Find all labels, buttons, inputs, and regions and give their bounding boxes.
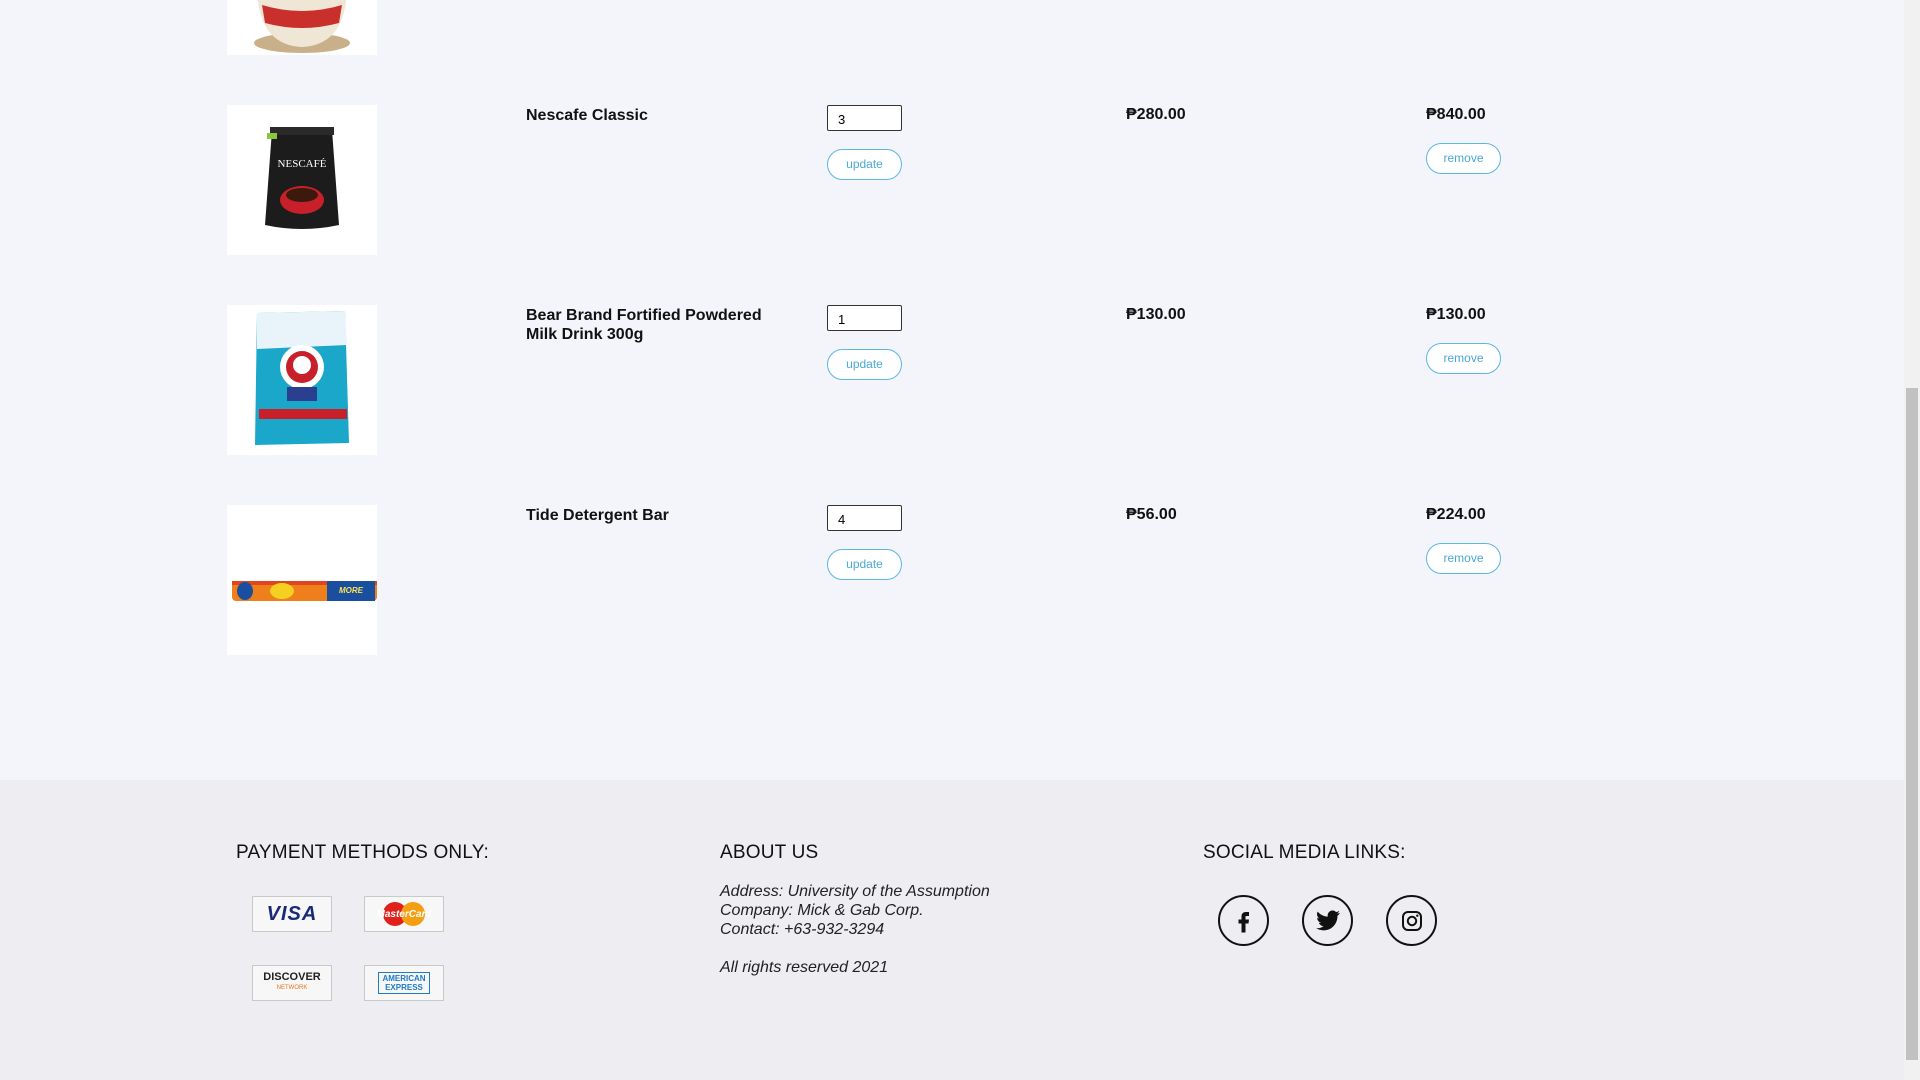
mastercard-logo: MasterCard bbox=[364, 896, 444, 932]
cart-row: Bear Brand Fortified Powdered Milk Drink… bbox=[0, 305, 1904, 455]
amex-card-logo: AMERICAN EXPRESS bbox=[364, 965, 444, 1001]
scrollbar-thumb[interactable] bbox=[1906, 388, 1918, 1060]
update-button[interactable]: update bbox=[827, 549, 902, 580]
line-total: ₱130.00 bbox=[1426, 306, 1486, 323]
unit-price: ₱56.00 bbox=[1126, 506, 1177, 523]
discover-card-logo: DISCOVER NETWORK bbox=[252, 965, 332, 1001]
discover-label: DISCOVER bbox=[263, 971, 321, 983]
amex-label: AMERICAN EXPRESS bbox=[378, 972, 430, 994]
facebook-icon[interactable] bbox=[1218, 895, 1269, 946]
contact-line: Contact: +63-932-3294 bbox=[720, 921, 885, 938]
product-name: Tide Detergent Bar bbox=[526, 507, 669, 524]
site-footer: PAYMENT METHODS ONLY: VISA MasterCard DI… bbox=[0, 780, 1904, 1080]
copyright-line: All rights reserved 2021 bbox=[720, 959, 889, 976]
product-name: Nescafe Classic bbox=[526, 107, 648, 124]
update-button[interactable]: update bbox=[827, 349, 902, 380]
address-line: Address: University of the Assumption bbox=[720, 883, 990, 900]
visa-label: VISA bbox=[266, 902, 318, 925]
svg-text:NESCAFÉ: NESCAFÉ bbox=[278, 158, 327, 170]
page-scrollbar[interactable] bbox=[1904, 0, 1920, 1080]
social-media-heading: SOCIAL MEDIA LINKS: bbox=[1203, 842, 1406, 863]
mastercard-label: MasterCard bbox=[376, 908, 432, 920]
line-total: ₱224.00 bbox=[1426, 506, 1486, 523]
remove-button[interactable]: remove bbox=[1426, 543, 1501, 574]
visa-card-logo: VISA bbox=[252, 896, 332, 932]
cart-list: NESCAFÉ Nescafe Classic update ₱280.00 ₱… bbox=[0, 0, 1904, 780]
update-button[interactable]: update bbox=[827, 149, 902, 180]
remove-button[interactable]: remove bbox=[1426, 343, 1501, 374]
svg-text:MORE: MORE bbox=[339, 586, 364, 595]
about-us-heading: ABOUT US bbox=[720, 842, 819, 863]
cart-row: MORE Tide Detergent Bar update ₱56.00 ₱2… bbox=[0, 505, 1904, 655]
instagram-icon[interactable] bbox=[1386, 895, 1437, 946]
product-name: Bear Brand Fortified Powdered Milk Drink… bbox=[526, 307, 762, 343]
line-total: ₱840.00 bbox=[1426, 106, 1486, 123]
about-us-text: Address: University of the Assumption Co… bbox=[720, 882, 990, 977]
cart-row bbox=[0, 0, 1904, 55]
company-line: Company: Mick & Gab Corp. bbox=[720, 902, 924, 919]
tide-bar-image: MORE bbox=[227, 505, 377, 655]
quantity-input[interactable] bbox=[827, 505, 902, 531]
unit-price: ₱280.00 bbox=[1126, 106, 1186, 123]
quantity-input[interactable] bbox=[827, 105, 902, 131]
cart-row: NESCAFÉ Nescafe Classic update ₱280.00 ₱… bbox=[0, 105, 1904, 255]
payment-methods-heading: PAYMENT METHODS ONLY: bbox=[236, 842, 489, 863]
unit-price: ₱130.00 bbox=[1126, 306, 1186, 323]
bear-brand-pack-image bbox=[227, 305, 377, 455]
coffee-cup-product-image bbox=[227, 0, 377, 55]
nescafe-pouch-image: NESCAFÉ bbox=[227, 105, 377, 255]
discover-network-label: NETWORK bbox=[276, 985, 308, 991]
twitter-icon[interactable] bbox=[1302, 895, 1353, 946]
quantity-input[interactable] bbox=[827, 305, 902, 331]
remove-button[interactable]: remove bbox=[1426, 143, 1501, 174]
